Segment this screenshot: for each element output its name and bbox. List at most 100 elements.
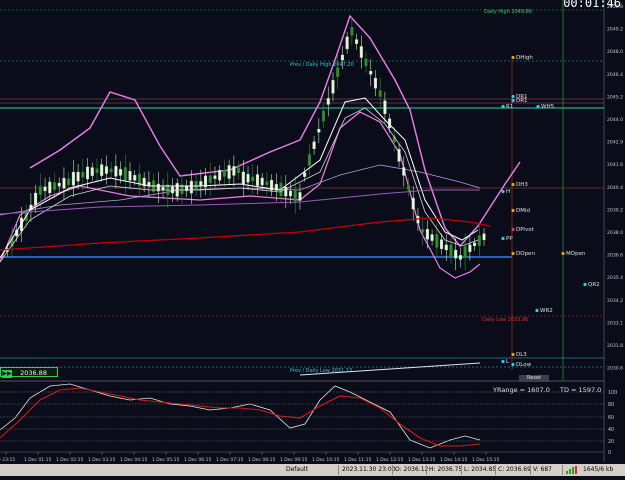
candle	[237, 167, 241, 173]
reset-button[interactable]: Reset	[519, 375, 549, 382]
range-label: YRange = 1607.0	[492, 386, 550, 394]
candle	[444, 244, 448, 251]
level-marker-dot	[535, 308, 539, 313]
bar-volume: V: 687	[533, 466, 552, 473]
candle	[421, 229, 425, 233]
candle	[251, 176, 255, 182]
candle	[336, 67, 340, 77]
status-bar: Default 2023.11.30 23:00 O: 2036.12 H: 2…	[0, 464, 625, 476]
level-marker-label: WR2	[540, 308, 553, 314]
bar-high: H: 2036.75	[429, 466, 463, 473]
candle	[109, 168, 113, 173]
candle	[62, 178, 66, 189]
level-marker-label: QR2	[588, 282, 600, 288]
bar-low: L: 2034.85	[464, 466, 497, 473]
price-tick-label: 2044.0	[607, 117, 623, 123]
candle	[435, 234, 439, 248]
candle	[293, 188, 297, 202]
level-marker-label: DMid	[516, 208, 530, 214]
level-marker-dot	[511, 55, 515, 60]
oscillator-tick-label: 60	[608, 415, 614, 421]
time-tick-label: 1 Dec 10:15	[312, 457, 340, 463]
time-tick-label: 1 Dec 02:15	[56, 457, 84, 463]
price-tick-label: 2041.6	[607, 162, 623, 168]
candle	[307, 154, 311, 166]
connection-icon[interactable]	[566, 466, 580, 476]
level-marker-dot	[511, 362, 515, 367]
level-marker-label: DH3	[516, 182, 528, 188]
oscillator-tick-label: 80	[608, 402, 614, 408]
time-tick-label: 1 Dec 13:15	[408, 457, 436, 463]
candle	[378, 90, 382, 97]
level-marker-label: DHigh	[516, 55, 533, 61]
candle	[345, 36, 349, 50]
candle	[265, 181, 269, 185]
price-tick-label: 2039.2	[607, 207, 623, 213]
level-marker-label: PP	[506, 236, 513, 242]
candle	[289, 190, 293, 197]
bar-open: O: 2036.12	[395, 466, 429, 473]
candle	[440, 239, 444, 249]
price-tick-label: 2042.9	[607, 140, 623, 146]
candle	[260, 177, 264, 186]
oscillator-tick-label: 20	[608, 439, 614, 445]
candle	[213, 175, 217, 179]
candle-countdown: 00:01:46	[563, 0, 621, 10]
candle	[38, 186, 42, 195]
level-marker-label: DLow	[516, 362, 532, 368]
play-arrow-icon[interactable]: ▶▶	[2, 370, 12, 378]
candle	[369, 71, 373, 75]
time-tick-label: 1 Dec 01:15	[24, 457, 52, 463]
level-marker-label: DPivot	[516, 227, 535, 233]
level-marker-label: H	[506, 189, 510, 195]
candle	[383, 100, 387, 114]
candle	[123, 167, 127, 181]
level-marker-dot	[561, 251, 565, 256]
price-tick-label: 2046.4	[607, 72, 623, 78]
level-marker-dot	[501, 359, 505, 364]
candle	[114, 165, 118, 177]
bar-datetime: 2023.11.30 23:00	[342, 466, 396, 473]
candle	[100, 164, 104, 176]
profile-name[interactable]: Default	[286, 466, 308, 473]
level-marker-dot	[511, 251, 515, 256]
level-marker-label: DR1	[516, 98, 528, 104]
traffic-readout: 1645/6 kb	[583, 466, 614, 473]
candle	[317, 128, 321, 133]
candle	[57, 182, 61, 187]
candle	[458, 255, 462, 260]
candle	[95, 168, 99, 173]
time-tick-label: 1 Dec 06:15	[184, 457, 212, 463]
candle	[463, 246, 467, 258]
candle	[194, 181, 198, 190]
candle	[397, 149, 401, 162]
candle	[119, 169, 123, 176]
price-tick-label: 2049.2	[607, 27, 623, 33]
candle	[364, 58, 368, 67]
candle	[189, 180, 193, 194]
price-tick-label: 2048.0	[607, 49, 623, 55]
time-tick-label: 1 Dec 05:15	[152, 457, 180, 463]
time-tick-label: 1 Dec 15:15	[472, 457, 500, 463]
chart-window[interactable]: Daily High 2049.86 Prev / Daily High 204…	[0, 0, 625, 476]
level-marker-dot	[501, 236, 505, 241]
price-tick-label: 2038.0	[607, 230, 623, 236]
oscillator-tick-label: 100	[608, 390, 617, 396]
candle	[71, 171, 75, 186]
daily-low-label: Daily Low 2033.86	[482, 317, 528, 323]
candle	[128, 171, 132, 181]
candle	[359, 46, 363, 58]
candle	[227, 165, 231, 179]
candle	[355, 39, 359, 44]
price-tick-label: 2031.8	[607, 343, 623, 349]
level-marker-dot	[511, 98, 515, 103]
level-marker-dot	[511, 182, 515, 187]
candle	[53, 182, 57, 190]
price-tick-label: 2036.6	[607, 253, 623, 259]
candle	[407, 185, 411, 190]
time-tick-label: 1 Dec 08:15	[248, 457, 276, 463]
current-price-value: 2036.88	[20, 369, 47, 377]
candle	[477, 235, 481, 246]
candle	[350, 27, 354, 36]
candle	[373, 77, 377, 89]
